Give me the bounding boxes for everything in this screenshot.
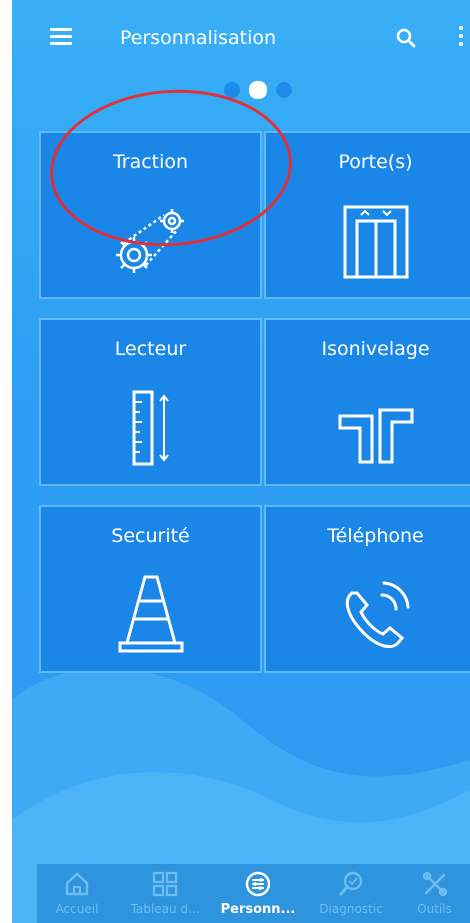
- tile-lecteur[interactable]: Lecteur: [39, 318, 262, 486]
- tools-icon: [422, 871, 447, 897]
- nav-label: Diagnostic: [319, 902, 383, 916]
- elevator-doors-icon: [343, 205, 408, 279]
- tile-label: Isonivelage: [321, 338, 430, 360]
- tile-label: Traction: [112, 151, 189, 173]
- nav-label: Personn...: [220, 902, 296, 917]
- tile-label: Téléphone: [327, 525, 424, 547]
- nav-label: Outils: [417, 902, 452, 916]
- tile-telephone[interactable]: Téléphone: [264, 505, 470, 673]
- nav-label: Tableau d...: [130, 902, 200, 916]
- bottom-nav: Accueil Tableau d... Personn... Diagnost…: [37, 864, 470, 923]
- nav-item-tableau[interactable]: Tableau d...: [117, 864, 213, 923]
- diagnostic-search-icon: [339, 871, 363, 896]
- page-dot-3[interactable]: [276, 82, 292, 98]
- leveling-icon: [338, 408, 413, 464]
- traction-gear-belt-icon: [115, 209, 184, 273]
- app-screen: Personnalisation Traction Porte(s) Lecte…: [12, 0, 470, 923]
- nav-item-personnalisation[interactable]: Personn...: [213, 864, 303, 923]
- nav-item-diagnostic[interactable]: Diagnostic: [303, 864, 399, 923]
- tile-traction[interactable]: Traction: [39, 131, 262, 299]
- tile-label: Securité: [111, 525, 190, 547]
- phone-ringing-icon: [345, 581, 409, 648]
- more-vertical-icon[interactable]: [456, 26, 466, 50]
- nav-label: Accueil: [55, 902, 99, 916]
- search-icon[interactable]: [394, 26, 418, 50]
- tile-label: Porte(s): [338, 151, 413, 173]
- tile-portes[interactable]: Porte(s): [264, 131, 470, 299]
- ruler-icon: [132, 390, 169, 466]
- tile-securite[interactable]: Securité: [39, 505, 262, 673]
- app-bar: Personnalisation: [12, 0, 470, 80]
- dashboard-grid-icon: [152, 871, 178, 897]
- home-icon: [65, 872, 89, 896]
- customize-sliders-icon: [245, 871, 271, 897]
- nav-item-outils[interactable]: Outils: [399, 864, 470, 923]
- page-dot-2-active[interactable]: [249, 81, 267, 99]
- page-title: Personnalisation: [120, 27, 277, 49]
- tile-isonivelage[interactable]: Isonivelage: [264, 318, 470, 486]
- page-dot-1[interactable]: [224, 82, 240, 98]
- hamburger-menu-icon[interactable]: [50, 28, 72, 46]
- traffic-cone-icon: [118, 575, 183, 653]
- tile-label: Lecteur: [114, 338, 187, 360]
- nav-item-accueil[interactable]: Accueil: [37, 864, 117, 923]
